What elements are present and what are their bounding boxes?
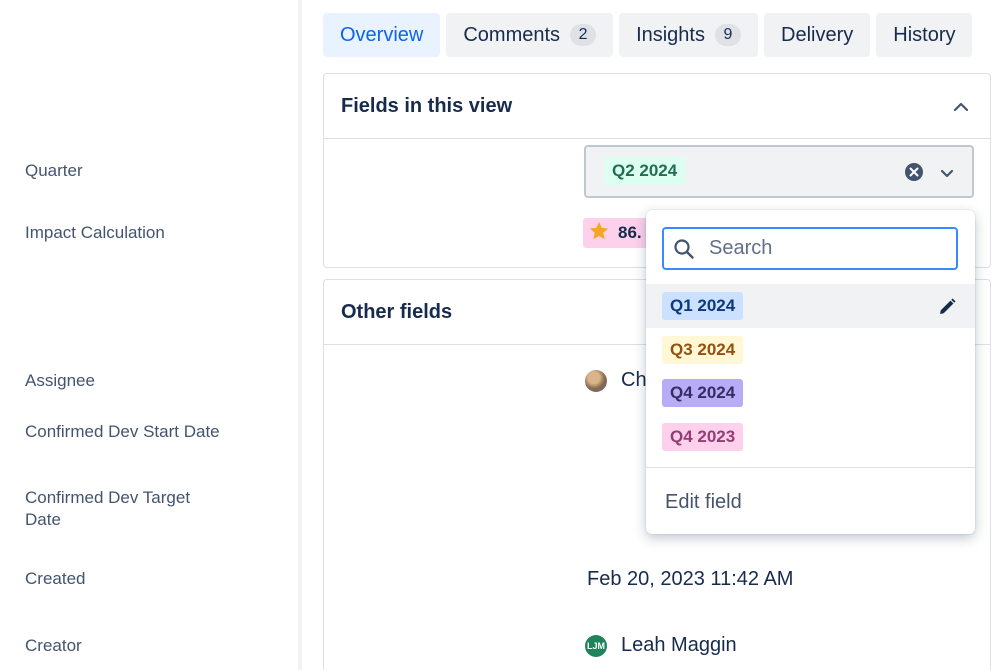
- option-q3-2024[interactable]: Q3 2024: [646, 328, 975, 372]
- option-lozenge: Q4 2023: [662, 423, 744, 451]
- option-q4-2023[interactable]: Q4 2023: [646, 415, 975, 459]
- tab-bar: Overview Comments 2 Insights 9 Delivery …: [323, 13, 973, 57]
- avatar: LJM: [585, 635, 607, 657]
- option-q4-2024[interactable]: Q4 2024: [646, 371, 975, 415]
- confirmed-dev-start-date-label: Confirmed Dev Start Date: [25, 422, 220, 441]
- quarter-dropdown-menu: Q1 2024 Q3 2024 Q4 2024 Q4 2023 Edit fie…: [646, 210, 975, 534]
- panel-header[interactable]: Fields in this view: [324, 74, 990, 139]
- tab-label: Insights: [636, 23, 705, 46]
- search-field[interactable]: [662, 227, 958, 270]
- tab-count-badge: 9: [715, 24, 741, 46]
- tab-count-badge: 2: [570, 24, 597, 46]
- panel-title: Fields in this view: [341, 94, 513, 117]
- tab-label: History: [893, 23, 956, 46]
- assignee-label: Assignee: [25, 371, 95, 390]
- quarter-select[interactable]: Q2 2024: [584, 145, 974, 198]
- created-label: Created: [25, 569, 86, 588]
- impact-calculation-value: 86.: [583, 218, 653, 248]
- edit-field-button[interactable]: Edit field: [665, 491, 742, 514]
- impact-calculation-label: Impact Calculation: [25, 223, 165, 242]
- star-icon: [588, 220, 610, 247]
- avatar: [585, 370, 607, 392]
- tab-overview[interactable]: Overview: [323, 13, 441, 57]
- divider: [646, 467, 975, 468]
- quarter-label: Quarter: [25, 161, 83, 180]
- chevron-down-icon[interactable]: [938, 164, 956, 182]
- pencil-icon[interactable]: [937, 297, 957, 317]
- clear-icon[interactable]: [904, 162, 924, 182]
- tab-insights[interactable]: Insights 9: [619, 13, 758, 57]
- option-lozenge: Q4 2024: [662, 379, 744, 407]
- tab-delivery[interactable]: Delivery: [764, 13, 871, 57]
- tab-comments[interactable]: Comments 2: [446, 13, 614, 57]
- impact-value-text: 86.: [618, 223, 642, 242]
- creator-label: Creator: [25, 636, 82, 655]
- tab-label: Overview: [340, 23, 424, 46]
- option-q1-2024[interactable]: Q1 2024: [646, 284, 975, 328]
- search-input[interactable]: [709, 237, 939, 260]
- option-lozenge: Q3 2024: [662, 336, 744, 364]
- tab-label: Comments: [463, 23, 561, 46]
- panel-title: Other fields: [341, 300, 453, 323]
- chevron-up-icon[interactable]: [949, 94, 973, 118]
- confirmed-dev-target-date-label: Confirmed Dev Target Date: [25, 488, 191, 529]
- pane-resize-divider[interactable]: [298, 0, 302, 670]
- creator-value[interactable]: Leah Maggin: [621, 634, 737, 657]
- search-icon: [673, 238, 695, 260]
- tab-label: Delivery: [781, 23, 854, 46]
- option-lozenge: Q1 2024: [662, 292, 744, 320]
- assignee-value[interactable]: Ch: [621, 369, 647, 392]
- quarter-value-lozenge: Q2 2024: [604, 157, 686, 185]
- created-value: Feb 20, 2023 11:42 AM: [587, 568, 794, 590]
- tab-history[interactable]: History: [876, 13, 973, 57]
